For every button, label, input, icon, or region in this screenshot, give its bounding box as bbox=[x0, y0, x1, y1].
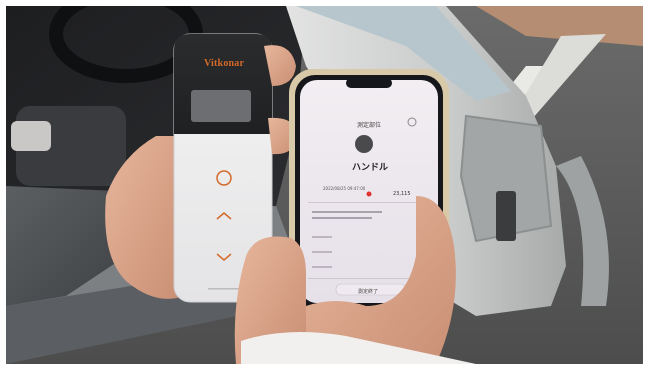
door-handle bbox=[496, 191, 516, 241]
device-footer-print bbox=[208, 288, 242, 290]
text-line bbox=[312, 236, 332, 238]
part-thumbnail bbox=[355, 135, 373, 153]
finish-button-label: 測定終了 bbox=[358, 289, 379, 295]
alert-dot-icon bbox=[366, 191, 372, 197]
device-display bbox=[191, 90, 251, 122]
phone-reading-date: 2022/08/25 09:47:00 bbox=[323, 186, 366, 191]
divider bbox=[308, 202, 428, 203]
scene bbox=[6, 6, 643, 364]
photograph: Vitkonar 測定部位 ハンドル 2022/08/25 09:47:00 2… bbox=[6, 6, 643, 364]
text-line bbox=[312, 266, 332, 268]
seat-belt-buckle bbox=[11, 121, 51, 151]
text-line bbox=[312, 251, 332, 253]
text-line bbox=[312, 211, 382, 213]
phone-notch bbox=[346, 78, 392, 88]
text-line bbox=[312, 217, 372, 219]
photo-frame: Vitkonar 測定部位 ハンドル 2022/08/25 09:47:00 2… bbox=[0, 0, 649, 370]
phone-reading-value: 23,115 bbox=[393, 191, 411, 197]
phone-header-title: 測定部位 bbox=[357, 122, 382, 129]
device-brand: Vitkonar bbox=[204, 58, 245, 69]
phone-part-name: ハンドル bbox=[352, 163, 389, 173]
